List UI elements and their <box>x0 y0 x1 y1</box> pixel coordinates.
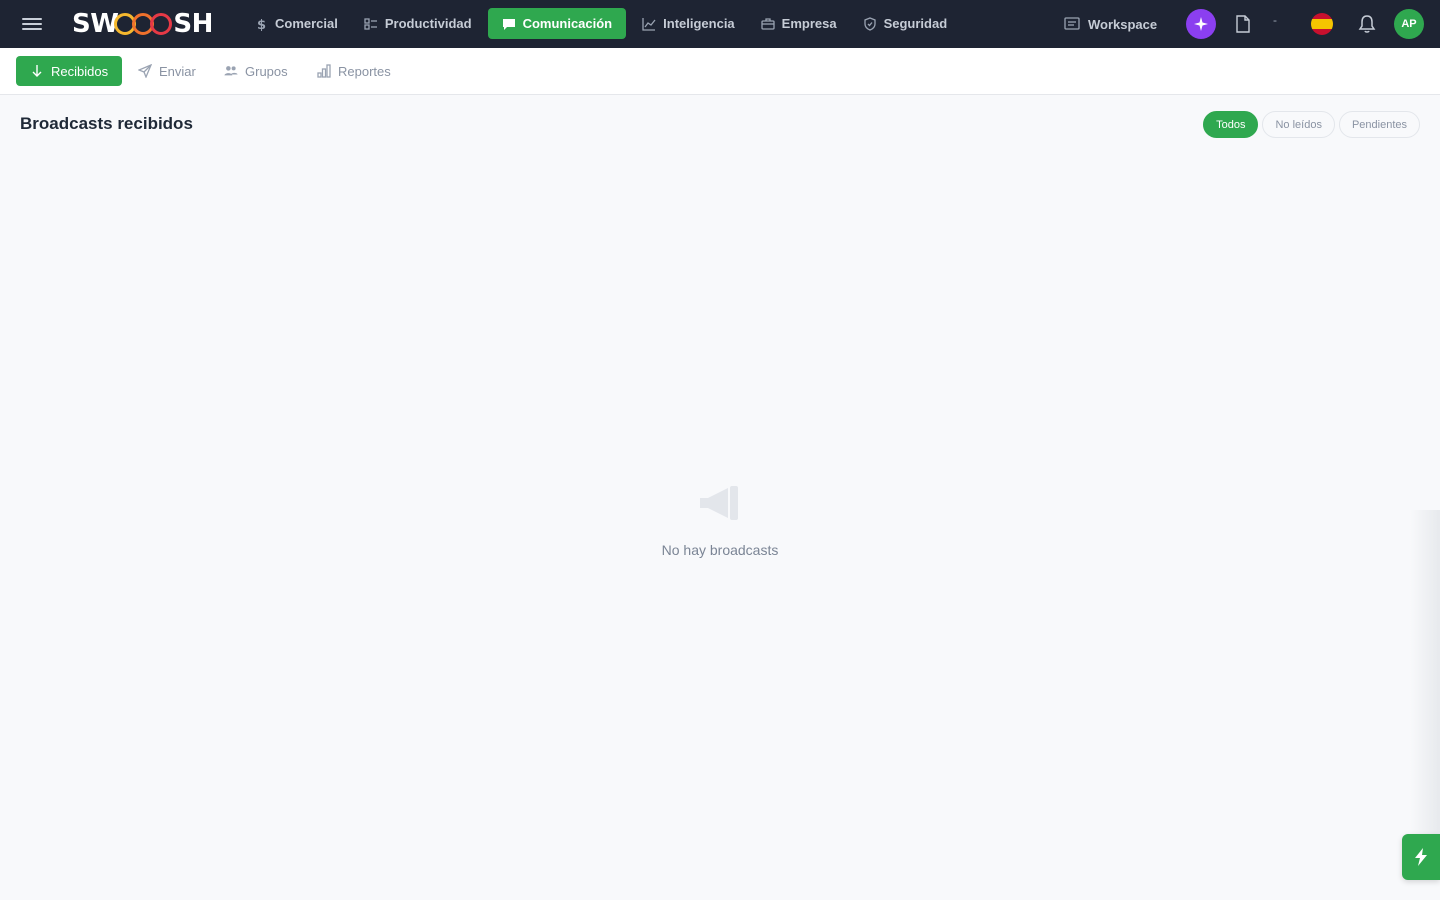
tab-label: Enviar <box>159 63 196 79</box>
hamburger-menu-icon[interactable] <box>22 15 42 33</box>
arrow-down-icon <box>30 64 44 78</box>
briefcase-icon <box>761 17 775 31</box>
lightning-icon <box>1415 848 1427 866</box>
workspace-button[interactable]: Workspace <box>1064 14 1157 34</box>
bell-icon[interactable] <box>1358 14 1376 34</box>
top-navbar: SW SH $ Comercial Productividad Comunicac… <box>0 0 1440 48</box>
page-title: Broadcasts recibidos <box>20 114 193 133</box>
tab-label: Reportes <box>338 63 391 79</box>
nav-item-seguridad[interactable]: Seguridad <box>853 8 958 39</box>
workspace-label: Workspace <box>1088 16 1158 32</box>
panel-edge-shadow <box>1410 510 1440 850</box>
ai-assistant-button[interactable] <box>1186 9 1216 39</box>
workspace-icon <box>1064 17 1080 31</box>
filter-no-leidos[interactable]: No leídos <box>1262 111 1335 138</box>
quick-action-button[interactable] <box>1402 834 1440 880</box>
checklist-icon <box>364 17 378 31</box>
tab-recibidos[interactable]: Recibidos <box>16 56 122 86</box>
tab-label: Grupos <box>245 63 288 79</box>
nav-item-label: Comercial <box>275 16 338 31</box>
empty-state: No hay broadcasts <box>620 484 820 558</box>
nav-item-label: Comunicación <box>522 16 613 31</box>
tab-reportes[interactable]: Reportes <box>317 56 391 86</box>
empty-message: No hay broadcasts <box>661 542 779 558</box>
user-avatar[interactable]: AP <box>1394 9 1424 39</box>
shield-icon <box>863 16 877 31</box>
bar-chart-icon <box>317 64 331 78</box>
send-icon <box>138 64 152 78</box>
filter-todos[interactable]: Todos <box>1203 111 1259 138</box>
document-icon[interactable] <box>1235 15 1251 33</box>
sub-navbar: Recibidos Enviar Grupos Reportes <box>0 48 1440 95</box>
tab-grupos[interactable]: Grupos <box>224 56 288 86</box>
nav-item-productividad[interactable]: Productividad <box>354 8 482 39</box>
nav-item-label: Productividad <box>384 16 472 31</box>
tab-label: Recibidos <box>51 63 109 79</box>
tab-enviar[interactable]: Enviar <box>138 56 196 86</box>
chart-line-icon <box>642 17 656 31</box>
nav-item-label: Seguridad <box>883 16 948 31</box>
nav-item-comunicacion[interactable]: Comunicación <box>487 8 627 39</box>
brand-logo[interactable]: SW SH <box>72 9 213 39</box>
spain-flag-icon[interactable] <box>1311 13 1333 35</box>
nav-item-comercial[interactable]: $ Comercial <box>244 8 348 39</box>
nav-item-label: Inteligencia <box>663 16 735 31</box>
dollar-icon: $ <box>254 17 268 31</box>
nav-item-inteligencia[interactable]: Inteligencia <box>632 8 745 39</box>
separator-text: - <box>1273 13 1277 27</box>
filter-pills: Todos No leídos Pendientes <box>1199 111 1420 138</box>
filter-pendientes[interactable]: Pendientes <box>1338 111 1420 138</box>
sparkle-icon <box>1194 17 1208 31</box>
main-nav: $ Comercial Productividad Comunicación I… <box>244 8 963 39</box>
svg-text:$: $ <box>257 18 266 31</box>
nav-item-empresa[interactable]: Empresa <box>751 8 847 39</box>
megaphone-icon <box>698 484 742 522</box>
chat-icon <box>502 17 516 31</box>
nav-item-label: Empresa <box>781 16 837 31</box>
users-icon <box>224 64 238 78</box>
